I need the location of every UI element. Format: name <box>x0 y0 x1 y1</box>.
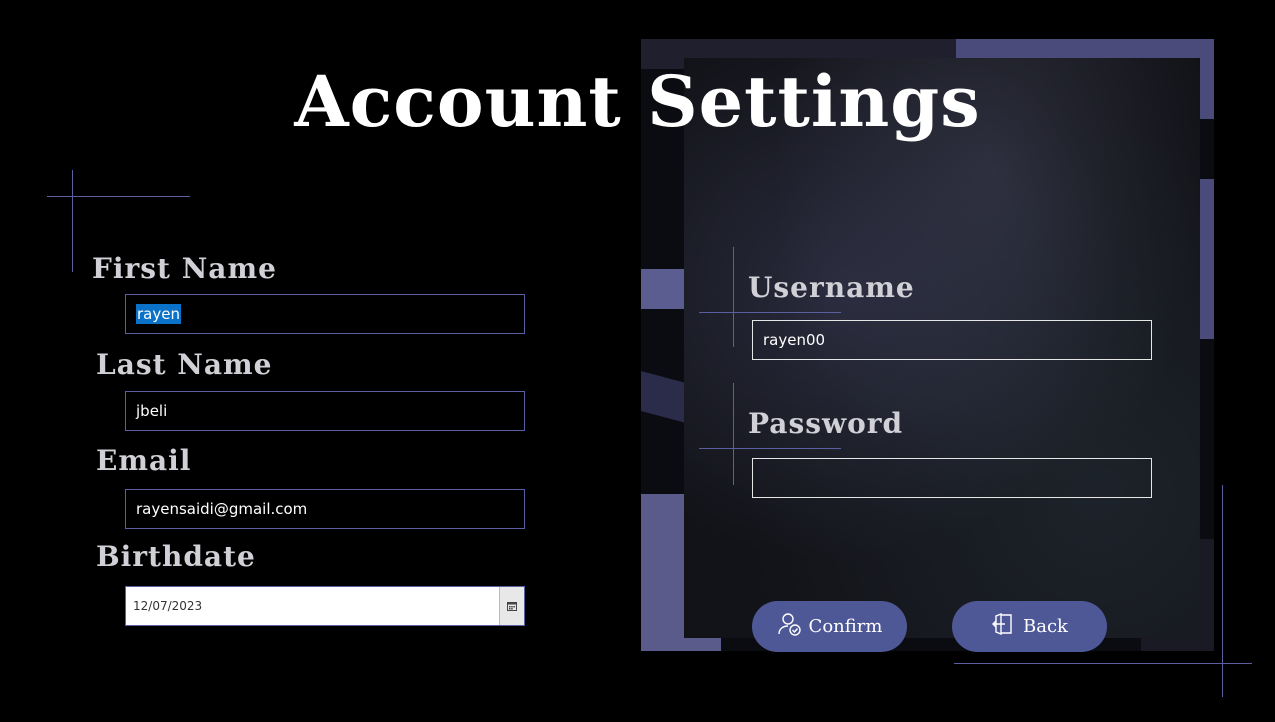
back-button[interactable]: Back <box>952 601 1107 652</box>
first-name-label: First Name <box>92 252 277 285</box>
door-exit-icon <box>991 611 1017 642</box>
email-label: Email <box>96 444 192 477</box>
confirm-button[interactable]: Confirm <box>752 601 907 652</box>
birthdate-label: Birthdate <box>96 540 256 573</box>
password-field[interactable] <box>752 458 1152 498</box>
username-value: rayen00 <box>763 331 826 349</box>
decor-line <box>733 247 734 347</box>
decor-line <box>1222 485 1223 697</box>
email-value: rayensaidi@gmail.com <box>136 500 308 518</box>
birthdate-value: 12/07/2023 <box>133 599 203 613</box>
user-check-icon <box>777 611 803 642</box>
email-field[interactable]: rayensaidi@gmail.com <box>125 489 525 529</box>
back-label: Back <box>1023 616 1068 637</box>
calendar-icon[interactable] <box>499 587 524 625</box>
username-label: Username <box>748 271 915 304</box>
decor-line <box>72 170 73 272</box>
first-name-value: rayen <box>136 304 181 324</box>
last-name-value: jbeli <box>136 402 168 420</box>
page-title: Account Settings <box>294 60 981 143</box>
birthdate-picker[interactable]: 12/07/2023 <box>125 586 525 626</box>
decor-line <box>954 663 1252 664</box>
decor-line <box>47 196 190 197</box>
username-field[interactable]: rayen00 <box>752 320 1152 360</box>
last-name-label: Last Name <box>96 348 273 381</box>
decor-line <box>733 383 734 485</box>
decor-line <box>699 312 841 313</box>
password-label: Password <box>748 407 904 440</box>
decor-line <box>699 448 841 449</box>
confirm-label: Confirm <box>808 616 883 637</box>
last-name-field[interactable]: jbeli <box>125 391 525 431</box>
first-name-field[interactable]: rayen <box>125 294 525 334</box>
